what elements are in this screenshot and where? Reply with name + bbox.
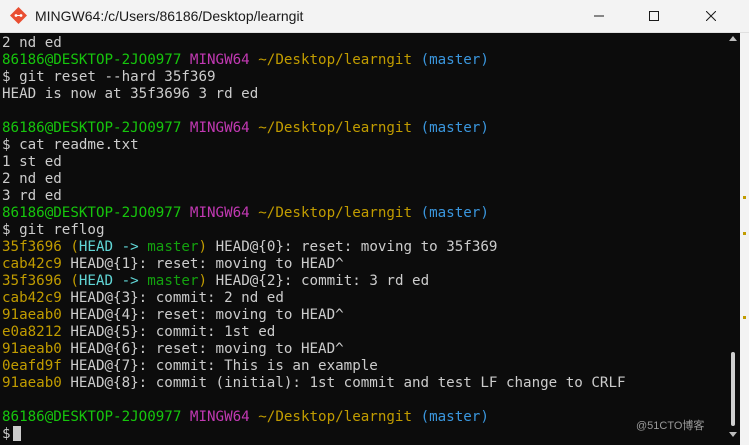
reflog-message: HEAD@{8}: commit (initial): 1st commit a… [61, 375, 626, 391]
close-icon [706, 11, 716, 21]
commit-hash: 91aeab0 [2, 375, 62, 391]
output-line: 1 st ed [2, 154, 62, 170]
reflog-entry: 35f3696 (HEAD -> master) HEAD@{2}: commi… [2, 273, 429, 290]
decoration-head: HEAD [78, 273, 114, 289]
reflog-entry: 0eafd9f HEAD@{7}: commit: This is an exa… [2, 358, 378, 375]
commit-hash: 35f3696 [2, 239, 62, 255]
prompt-user: 86186@DESKTOP-2JO0977 [2, 52, 182, 68]
output-line: 3 rd ed [2, 188, 62, 204]
terminal-output[interactable]: 2 nd ed 86186@DESKTOP-2JO0977 MINGW64 ~/… [0, 33, 728, 445]
prompt-branch: (master) [420, 409, 489, 425]
command-line: $ git reset --hard 35f369 [2, 69, 216, 85]
prompt-line: 86186@DESKTOP-2JO0977 MINGW64 ~/Desktop/… [2, 409, 489, 426]
commit-hash: 91aeab0 [2, 341, 62, 357]
scrollbar-thumb[interactable] [731, 352, 735, 426]
decoration-head: HEAD [78, 239, 114, 255]
decoration-open: ( [70, 273, 79, 289]
minimize-button[interactable] [576, 0, 622, 32]
prompt-line: 86186@DESKTOP-2JO0977 MINGW64 ~/Desktop/… [2, 52, 489, 69]
reflog-entry: e0a8212 HEAD@{5}: commit: 1st ed [2, 324, 275, 341]
reflog-message: HEAD@{2}: commit: 3 rd ed [207, 273, 430, 289]
output-line: HEAD is now at 35f3696 3 rd ed [2, 86, 259, 102]
command-line: $ git reflog [2, 222, 105, 238]
watermark: @51CTO博客 [636, 420, 705, 432]
prompt-path: ~/Desktop/learngit [258, 205, 413, 221]
prompt-branch: (master) [420, 205, 489, 221]
decoration-branch: master [147, 273, 199, 289]
prompt-user: 86186@DESKTOP-2JO0977 [2, 409, 182, 425]
input-line[interactable]: $ [2, 426, 21, 443]
title-bar[interactable]: MINGW64:/c/Users/86186/Desktop/learngit [0, 0, 749, 33]
prompt-user: 86186@DESKTOP-2JO0977 [2, 120, 182, 136]
reflog-entry: cab42c9 HEAD@{3}: commit: 2 nd ed [2, 290, 284, 307]
prompt-line: 86186@DESKTOP-2JO0977 MINGW64 ~/Desktop/… [2, 120, 489, 137]
background-marker [743, 316, 746, 319]
prompt-path: ~/Desktop/learngit [258, 409, 413, 425]
prompt-system: MINGW64 [189, 120, 250, 136]
background-marker [743, 232, 746, 235]
git-bash-icon [10, 7, 27, 24]
scroll-down-icon[interactable] [729, 432, 737, 437]
reflog-message: HEAD@{3}: commit: 2 nd ed [61, 290, 284, 306]
background-window-edge [740, 33, 749, 445]
reflog-message: HEAD@{6}: reset: moving to HEAD^ [61, 341, 344, 357]
commit-hash: 91aeab0 [2, 307, 62, 323]
decoration-open: ( [70, 239, 79, 255]
commit-hash: 35f3696 [2, 273, 62, 289]
reflog-entry: 91aeab0 HEAD@{4}: reset: moving to HEAD^ [2, 307, 344, 324]
output-line: 2 nd ed [2, 35, 62, 51]
prompt-user: 86186@DESKTOP-2JO0977 [2, 205, 182, 221]
reflog-message: HEAD@{4}: reset: moving to HEAD^ [61, 307, 344, 323]
prompt-system: MINGW64 [189, 409, 250, 425]
text-cursor [12, 426, 21, 441]
reflog-entry: 35f3696 (HEAD -> master) HEAD@{0}: reset… [2, 239, 497, 256]
close-button[interactable] [688, 0, 734, 32]
reflog-entry: 91aeab0 HEAD@{6}: reset: moving to HEAD^ [2, 341, 344, 358]
commit-hash: cab42c9 [2, 256, 62, 272]
decoration-close: ) [198, 239, 208, 255]
commit-hash: e0a8212 [2, 324, 62, 340]
decoration-arrow: -> [113, 239, 148, 255]
reflog-message: HEAD@{1}: reset: moving to HEAD^ [61, 256, 344, 272]
prompt-system: MINGW64 [189, 52, 250, 68]
command-line: $ cat readme.txt [2, 137, 139, 153]
prompt-branch: (master) [420, 120, 489, 136]
reflog-message: HEAD@{0}: reset: moving to 35f369 [207, 239, 498, 255]
prompt-path: ~/Desktop/learngit [258, 52, 413, 68]
decoration-close: ) [198, 273, 208, 289]
commit-hash: cab42c9 [2, 290, 62, 306]
output-line: 2 nd ed [2, 171, 62, 187]
prompt-symbol: $ [2, 426, 11, 442]
terminal-window: MINGW64:/c/Users/86186/Desktop/learngit … [0, 0, 749, 445]
prompt-line: 86186@DESKTOP-2JO0977 MINGW64 ~/Desktop/… [2, 205, 489, 222]
reflog-message: HEAD@{7}: commit: This is an example [61, 358, 378, 374]
reflog-message: HEAD@{5}: commit: 1st ed [61, 324, 276, 340]
reflog-entry: 91aeab0 HEAD@{8}: commit (initial): 1st … [2, 375, 626, 392]
commit-hash: 0eafd9f [2, 358, 62, 374]
scroll-up-icon[interactable] [729, 36, 737, 41]
prompt-system: MINGW64 [189, 205, 250, 221]
maximize-button[interactable] [631, 0, 677, 32]
minimize-icon [594, 15, 604, 17]
prompt-path: ~/Desktop/learngit [258, 120, 413, 136]
maximize-icon [649, 11, 659, 21]
decoration-arrow: -> [113, 273, 148, 289]
background-marker [743, 196, 746, 199]
reflog-entry: cab42c9 HEAD@{1}: reset: moving to HEAD^ [2, 256, 344, 273]
prompt-branch: (master) [420, 52, 489, 68]
window-title: MINGW64:/c/Users/86186/Desktop/learngit [35, 8, 304, 24]
decoration-branch: master [147, 239, 199, 255]
